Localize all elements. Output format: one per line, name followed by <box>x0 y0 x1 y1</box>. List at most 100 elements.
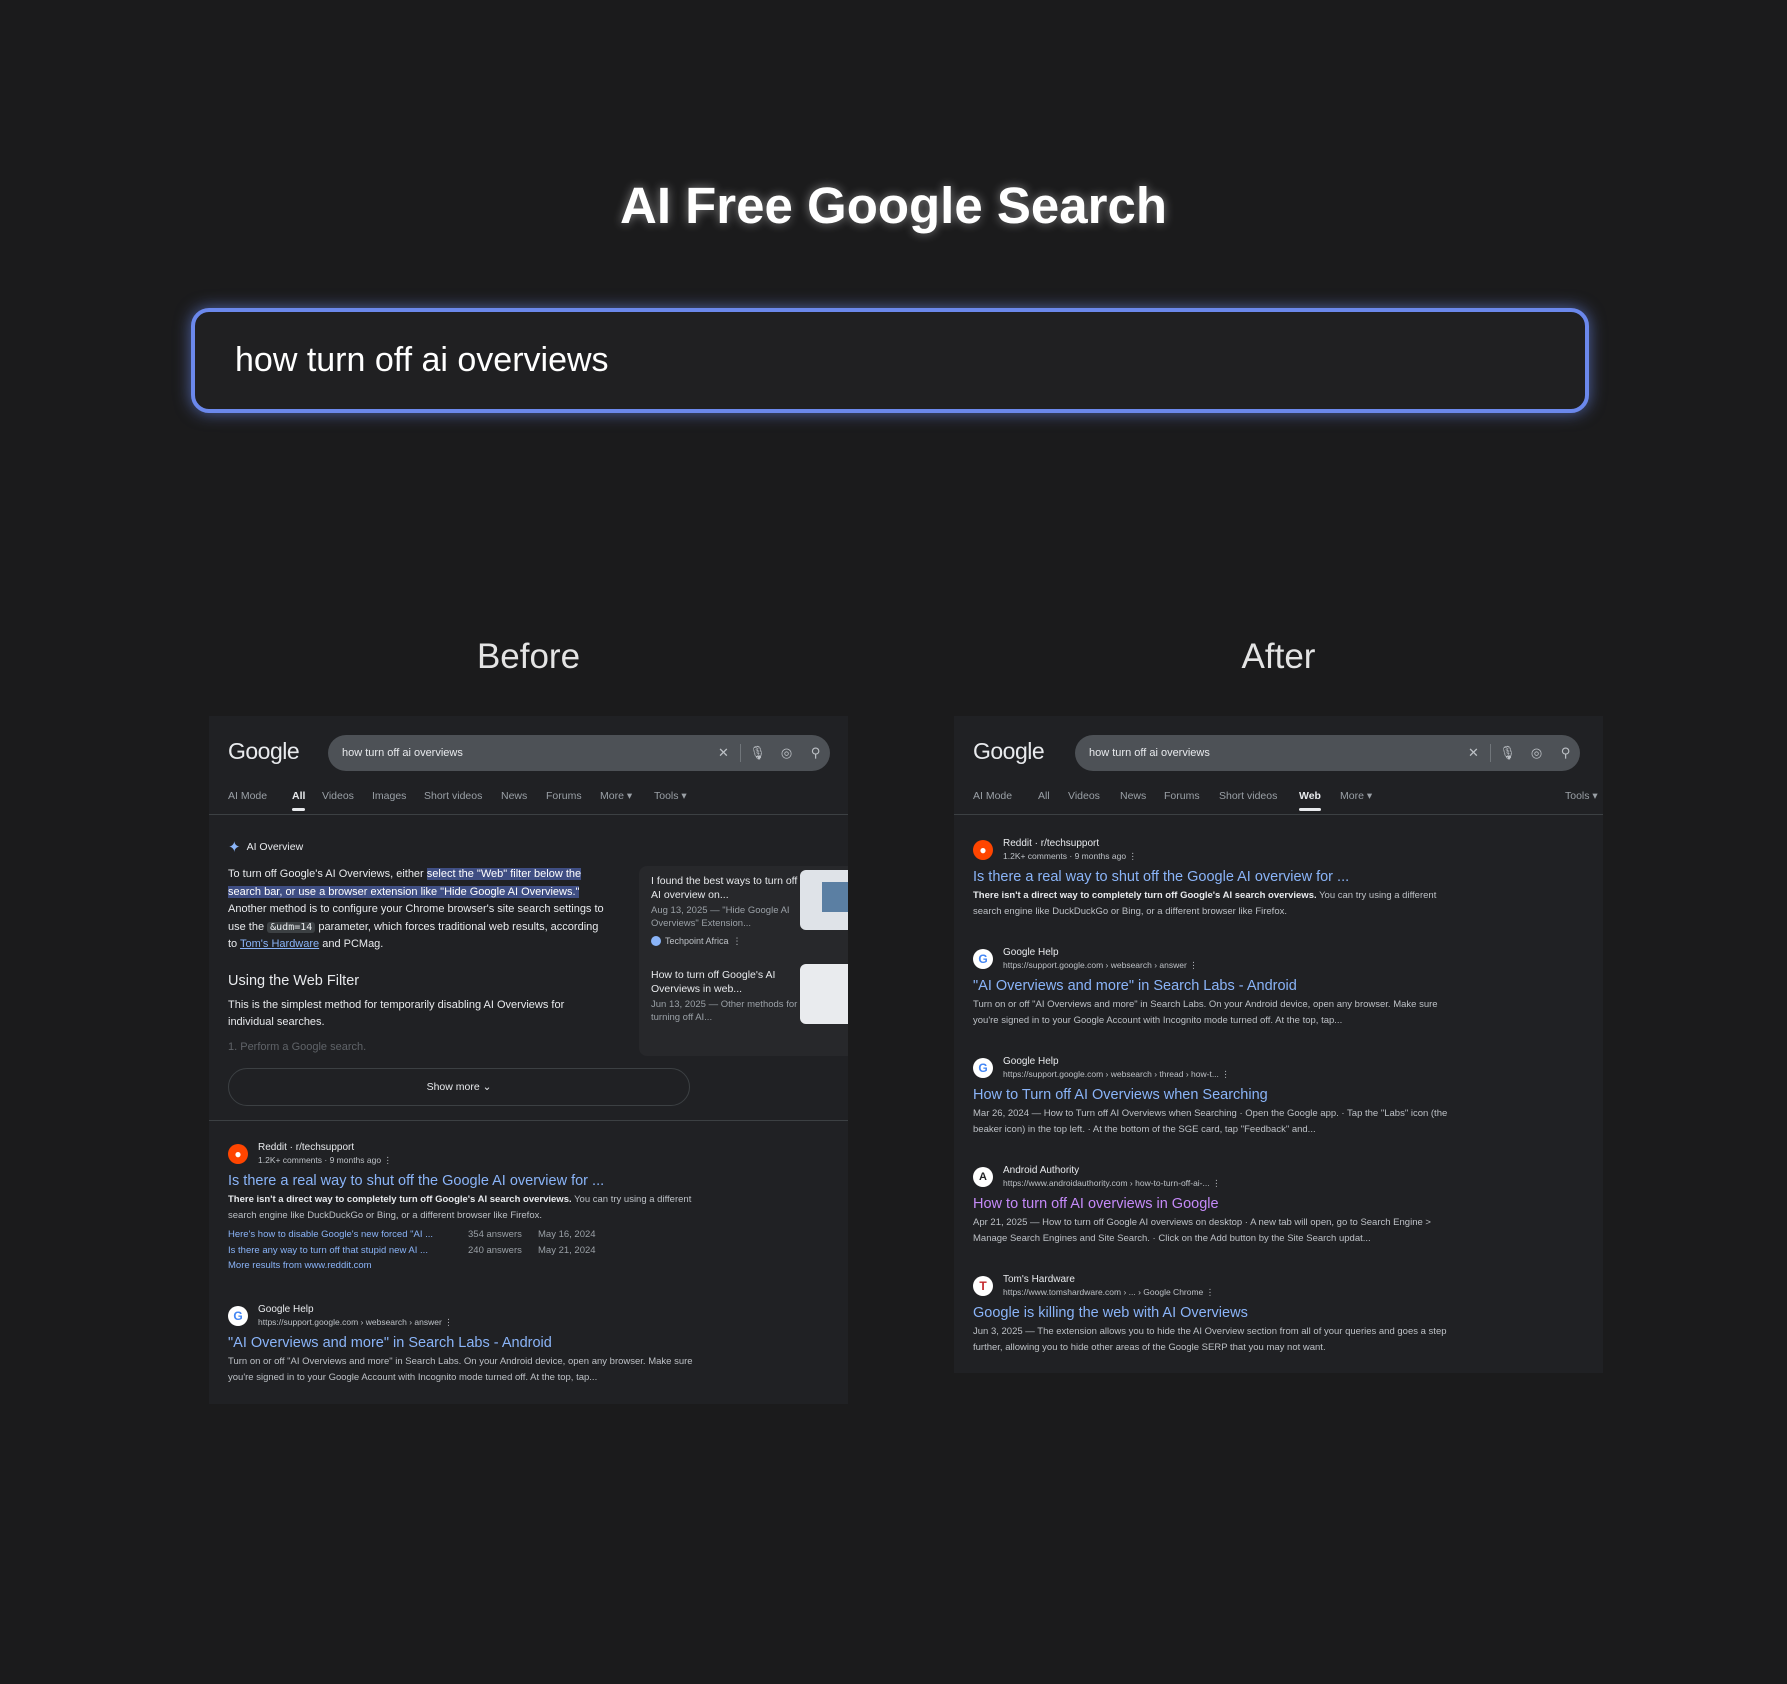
search-bar-divider <box>1490 744 1491 762</box>
source-card[interactable]: How to turn off Google's AI Overviews in… <box>651 968 799 1024</box>
search-bar-divider <box>740 744 741 762</box>
result-site: Google Help <box>1003 947 1059 958</box>
lens-icon[interactable]: ◎ <box>1522 745 1551 761</box>
sublink-date: May 21, 2024 <box>538 1244 596 1256</box>
result-site: Reddit · r/techsupport <box>1003 838 1100 849</box>
after-tabs: AI Mode All Videos News Forums Short vid… <box>973 790 1603 812</box>
search-box[interactable] <box>191 308 1589 413</box>
search-result: A Android Authority https://www.androida… <box>973 1165 1573 1247</box>
result-site: Android Authority <box>1003 1165 1080 1176</box>
result-url: https://support.google.com › websearch ›… <box>258 1317 453 1327</box>
result-snippet: There isn't a direct way to completely t… <box>973 888 1463 920</box>
search-result: G Google Help https://support.google.com… <box>973 947 1573 1029</box>
tab-tools[interactable]: Tools ▾ <box>1565 790 1598 802</box>
result-url: 1.2K+ comments · 9 months ago ⋮ <box>258 1155 392 1165</box>
aio-text-part: and PCMag. <box>319 938 384 950</box>
tab-all[interactable]: All <box>292 790 306 811</box>
result-header[interactable]: G Google Help https://support.google.com… <box>973 947 1573 977</box>
close-icon[interactable]: ✕ <box>1459 745 1488 761</box>
mic-icon[interactable]: 🎙 <box>1493 745 1522 761</box>
sublink-row[interactable]: More results from www.reddit.com <box>228 1258 828 1274</box>
sublink-answers: 354 answers <box>468 1229 522 1240</box>
google-logo[interactable]: Google <box>973 738 1045 765</box>
result-sublinks: Here's how to disable Google's new force… <box>228 1227 828 1274</box>
page-title: AI Free Google Search <box>619 177 1167 234</box>
result-snippet: There isn't a direct way to completely t… <box>228 1192 718 1224</box>
tab-more[interactable]: More ▾ <box>1340 790 1372 802</box>
show-more-button[interactable]: Show more ⌄ <box>228 1068 690 1106</box>
result-title[interactable]: Google is killing the web with AI Overvi… <box>973 1305 1573 1321</box>
tab-news[interactable]: News <box>1120 790 1146 802</box>
tab-forums[interactable]: Forums <box>1164 790 1200 802</box>
result-header[interactable]: G Google Help https://support.google.com… <box>973 1056 1573 1086</box>
result-snippet: Turn on or off "AI Overviews and more" i… <box>973 999 1438 1026</box>
search-result: T Tom's Hardware https://www.tomshardwar… <box>973 1274 1573 1356</box>
tab-videos[interactable]: Videos <box>322 790 354 802</box>
result-url: https://support.google.com › websearch ›… <box>1003 960 1198 970</box>
result-header[interactable]: ● Reddit · r/techsupport 1.2K+ comments … <box>228 1142 828 1172</box>
result-title[interactable]: "AI Overviews and more" in Search Labs -… <box>228 1335 828 1351</box>
tab-images[interactable]: Images <box>372 790 406 802</box>
snippet-bold: There isn't a direct way to completely t… <box>973 890 1317 901</box>
toms-hardware-icon: T <box>973 1276 993 1296</box>
result-url: https://www.tomshardware.com › ... › Goo… <box>1003 1287 1215 1297</box>
search-icon[interactable]: ⚲ <box>1551 745 1580 761</box>
result-title[interactable]: Is there a real way to shut off the Goog… <box>228 1173 828 1189</box>
tab-short-videos[interactable]: Short videos <box>424 790 482 802</box>
search-input[interactable] <box>235 341 1585 380</box>
result-snippet: Apr 21, 2025 — How to turn off Google AI… <box>973 1217 1431 1244</box>
google-logo[interactable]: Google <box>228 738 300 765</box>
search-result: G Google Help https://support.google.com… <box>973 1056 1573 1138</box>
aio-sources-panel: I found the best ways to turn off AI ove… <box>639 866 848 1056</box>
section-divider <box>209 1120 848 1121</box>
tab-web[interactable]: Web <box>1299 790 1321 811</box>
tab-all[interactable]: All <box>1038 790 1050 802</box>
tab-more[interactable]: More ▾ <box>600 790 632 802</box>
source-thumbnail[interactable] <box>800 870 848 930</box>
tab-short-videos[interactable]: Short videos <box>1219 790 1277 802</box>
result-header[interactable]: T Tom's Hardware https://www.tomshardwar… <box>973 1274 1573 1304</box>
google-icon: G <box>973 1058 993 1078</box>
sublink-answers: 240 answers <box>468 1244 522 1256</box>
google-query[interactable]: how turn off ai overviews <box>1089 747 1459 759</box>
ai-overview-text: To turn off Google's AI Overviews, eithe… <box>228 866 606 954</box>
result-title[interactable]: Is there a real way to shut off the Goog… <box>973 869 1573 885</box>
result-header[interactable]: A Android Authority https://www.androida… <box>973 1165 1573 1195</box>
source-card-title[interactable]: I found the best ways to turn off AI ove… <box>651 874 799 902</box>
result-title[interactable]: "AI Overviews and more" in Search Labs -… <box>973 978 1573 994</box>
result-snippet: Turn on or off "AI Overviews and more" i… <box>228 1356 693 1383</box>
close-icon[interactable]: ✕ <box>709 745 738 761</box>
result-title[interactable]: How to Turn off AI Overviews when Search… <box>973 1087 1573 1103</box>
result-site: Reddit · r/techsupport <box>258 1142 355 1153</box>
aio-code: &udm=14 <box>267 921 316 933</box>
google-search-bar[interactable]: how turn off ai overviews ✕ 🎙 ◎ ⚲ <box>1075 735 1580 771</box>
sublink-row[interactable]: Here's how to disable Google's new force… <box>228 1227 828 1243</box>
tab-tools[interactable]: Tools ▾ <box>654 790 687 802</box>
tab-videos[interactable]: Videos <box>1068 790 1100 802</box>
google-query[interactable]: how turn off ai overviews <box>342 747 709 759</box>
aio-link-toms-hardware[interactable]: Tom's Hardware <box>240 938 319 950</box>
search-icon[interactable]: ⚲ <box>801 745 830 761</box>
lens-icon[interactable]: ◎ <box>772 745 801 761</box>
result-header[interactable]: ● Reddit · r/techsupport 1.2K+ comments … <box>973 838 1573 868</box>
tab-ai-mode[interactable]: AI Mode <box>228 790 267 802</box>
result-title[interactable]: How to turn off AI overviews in Google <box>973 1196 1573 1212</box>
mic-icon[interactable]: 🎙 <box>743 745 772 761</box>
source-card[interactable]: I found the best ways to turn off AI ove… <box>651 874 799 948</box>
more-vert-icon[interactable]: ⋮ <box>733 934 742 948</box>
ai-overview-heading: ✦ AI Overview <box>228 838 303 856</box>
sublink-title[interactable]: Is there any way to turn off that stupid… <box>228 1243 468 1259</box>
more-results-link[interactable]: More results from www.reddit.com <box>228 1258 468 1274</box>
tab-forums[interactable]: Forums <box>546 790 582 802</box>
sublink-title[interactable]: Here's how to disable Google's new force… <box>228 1227 468 1243</box>
google-search-bar[interactable]: how turn off ai overviews ✕ 🎙 ◎ ⚲ <box>328 735 830 771</box>
result-site: Google Help <box>258 1304 314 1315</box>
source-thumbnail[interactable] <box>800 964 848 1024</box>
tab-ai-mode[interactable]: AI Mode <box>973 790 1012 802</box>
reddit-icon: ● <box>228 1144 248 1164</box>
source-card-title[interactable]: How to turn off Google's AI Overviews in… <box>651 968 799 996</box>
sublink-row[interactable]: Is there any way to turn off that stupid… <box>228 1243 828 1259</box>
result-site: Tom's Hardware <box>1003 1274 1075 1285</box>
result-header[interactable]: G Google Help https://support.google.com… <box>228 1304 828 1334</box>
tab-news[interactable]: News <box>501 790 527 802</box>
